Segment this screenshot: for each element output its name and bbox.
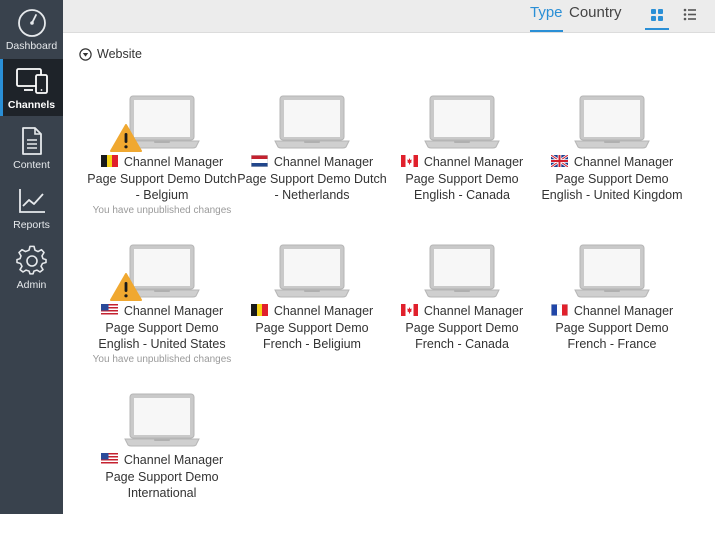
channel-name-text: Channel Manager (573, 304, 674, 318)
list-view-button[interactable] (678, 4, 702, 30)
channel-name: Channel Manager (87, 304, 237, 320)
channel-locale: English - United Kingdom (541, 188, 683, 202)
flag-us-icon (100, 453, 124, 467)
collapse-toggle-icon[interactable] (79, 48, 92, 66)
flag-be-icon (250, 304, 274, 318)
channel-subtitle: Page Support Demo (405, 321, 519, 335)
channel-name-text: Channel Manager (123, 304, 224, 318)
channel-name-text: Channel Manager (123, 155, 224, 169)
channel-locale: English - United States (98, 337, 226, 351)
sidebar: Dashboard Channels Content Reports Admin (0, 0, 63, 514)
nav-item-dashboard[interactable]: Dashboard (0, 0, 63, 57)
flag-us-icon (100, 304, 124, 318)
channel-name: Channel Manager (387, 304, 537, 320)
warning-icon (109, 123, 143, 153)
laptop-icon (124, 393, 200, 447)
unpublished-changes-note: You have unpublished changes (92, 205, 232, 216)
channel-name: Channel Manager (237, 304, 387, 320)
gear-icon (15, 245, 48, 282)
warning-icon (109, 272, 143, 302)
channel-tile[interactable]: Channel Manager Page Support Demo French -… (537, 244, 687, 384)
nav-label-channels: Channels (7, 99, 56, 111)
nav-label-admin: Admin (16, 279, 47, 291)
channel-subtitle: Page Support Demo (105, 321, 219, 335)
channel-name-text: Channel Manager (273, 155, 374, 169)
flag-be-icon (100, 155, 124, 169)
channel-subtitle: Page Support Demo Dutch (237, 172, 387, 186)
channel-tile[interactable]: Channel Manager Page Support Demo English … (87, 244, 237, 384)
channel-name-text: Channel Manager (423, 304, 524, 318)
channel-name: Channel Manager (387, 155, 537, 171)
channel-locale: - Netherlands (274, 188, 350, 202)
unpublished-changes-note: You have unpublished changes (92, 354, 232, 365)
grid-view-icon (645, 9, 669, 30)
channel-subtitle: Page Support Demo (555, 172, 669, 186)
channel-tile[interactable]: Channel Manager Page Support Demo French -… (237, 244, 387, 384)
tab-type[interactable]: Type (530, 5, 563, 32)
channel-subtitle: Page Support Demo (555, 321, 669, 335)
list-view-icon (678, 8, 702, 30)
laptop-icon (574, 244, 650, 298)
nav-item-admin[interactable]: Admin (0, 239, 63, 296)
channel-locale: French - Beligium (263, 337, 361, 351)
channel-name: Channel Manager (87, 155, 237, 171)
channel-locale: English - Canada (414, 188, 510, 202)
grid-view-button[interactable] (645, 4, 669, 30)
channel-tile[interactable]: Channel Manager Page Support Demo French -… (387, 244, 537, 384)
channel-name-text: Channel Manager (123, 453, 224, 467)
channel-name: Channel Manager (537, 304, 687, 320)
channel-name-text: Channel Manager (573, 155, 674, 169)
laptop-icon (424, 95, 500, 149)
top-bar: Type Country (63, 0, 715, 33)
nav-label-dashboard: Dashboard (5, 40, 58, 52)
channel-tile[interactable]: Channel Manager Page Support Demo English … (387, 95, 537, 235)
channel-name: Channel Manager (537, 155, 687, 171)
laptop-icon (574, 95, 650, 149)
channel-name-text: Channel Manager (273, 304, 374, 318)
channel-tile[interactable]: Channel Manager Page Support Demo English … (537, 95, 687, 235)
flag-ca-icon (400, 304, 424, 318)
channel-subtitle: Page Support Demo (255, 321, 369, 335)
channel-tile[interactable]: Channel Manager Page Support Demo Dutch - … (87, 95, 237, 235)
flag-nl-icon (250, 155, 274, 169)
flag-fr-icon (550, 304, 574, 318)
chart-icon (16, 185, 48, 222)
channel-locale: French - Canada (415, 337, 509, 351)
channel-subtitle: Page Support Demo (405, 172, 519, 186)
document-icon (17, 125, 47, 162)
tab-country[interactable]: Country (569, 5, 622, 32)
nav-item-reports[interactable]: Reports (0, 179, 63, 236)
laptop-icon (424, 244, 500, 298)
flag-ca-icon (400, 155, 424, 169)
channel-tile[interactable]: Channel Manager Page Support Demo Internat… (87, 393, 237, 533)
channel-locale: - Belgium (135, 188, 189, 202)
devices-icon (15, 65, 49, 100)
laptop-icon (274, 95, 350, 149)
channel-subtitle: Page Support Demo (105, 470, 219, 484)
channel-name: Channel Manager (237, 155, 387, 171)
nav-item-channels[interactable]: Channels (0, 59, 63, 116)
channel-name: Channel Manager (87, 453, 237, 469)
nav-label-content: Content (13, 159, 50, 171)
channel-tile[interactable]: Channel Manager Page Support Demo Dutch - … (237, 95, 387, 235)
channel-locale: International (127, 486, 197, 500)
channel-locale: French - France (567, 337, 657, 351)
flag-gb-icon (550, 155, 574, 169)
nav-label-reports: Reports (13, 219, 50, 231)
channel-subtitle: Page Support Demo Dutch (87, 172, 237, 186)
nav-item-content[interactable]: Content (0, 119, 63, 176)
laptop-icon (274, 244, 350, 298)
section-title: Website (97, 47, 142, 61)
channel-name-text: Channel Manager (423, 155, 524, 169)
